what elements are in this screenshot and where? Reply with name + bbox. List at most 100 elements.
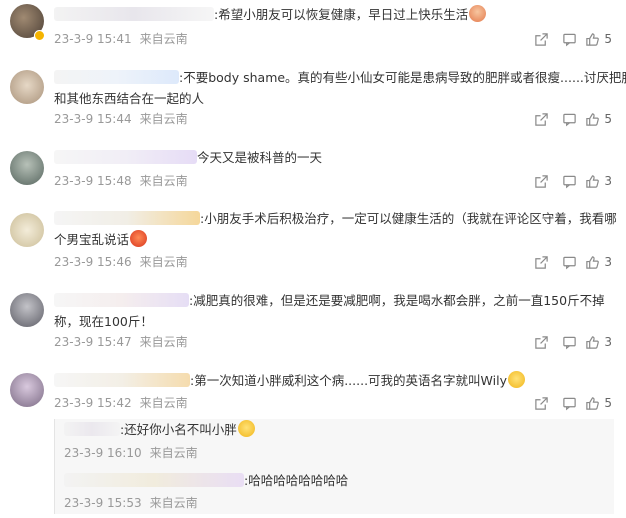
reply-source: 来自云南 (149, 496, 198, 510)
comment-icon[interactable] (555, 255, 583, 270)
comment-text: :不要body shame。真的有些小仙女可能是患病导致的肥胖或者很瘦.....… (179, 70, 626, 85)
comment-meta: 23-3-9 15:44 来自云南 (54, 111, 188, 127)
reply-meta: 23-3-9 15:53 来自云南 (64, 495, 198, 511)
reply-source: 来自云南 (149, 446, 198, 460)
username-blurred[interactable] (54, 373, 190, 387)
share-icon[interactable] (527, 174, 555, 189)
comment-text-row: :第一次知道小胖威利这个病......可我的英语名字就叫Wily (54, 370, 612, 392)
reply-text-row: :还好你小名不叫小胖 (64, 420, 255, 440)
like-count: 3 (604, 255, 612, 269)
comment-actions: 5 (527, 395, 612, 411)
comment-date: 23-3-9 15:48 (54, 174, 132, 188)
comment-text-row: 和其他东西结合在一起的人 (54, 88, 612, 110)
avatar[interactable] (10, 151, 44, 185)
comment-icon[interactable] (555, 32, 583, 47)
comment-text-row: :希望小朋友可以恢复健康，早日过上快乐生活 (54, 4, 612, 26)
like-count: 5 (604, 396, 612, 410)
comment-text: 和其他东西结合在一起的人 (54, 91, 205, 106)
reply-date: 23-3-9 16:10 (64, 446, 142, 460)
comment-text-row: :不要body shame。真的有些小仙女可能是患病导致的肥胖或者很瘦.....… (54, 67, 626, 89)
reply-text: :还好你小名不叫小胖 (120, 422, 237, 437)
comment-actions: 3 (527, 254, 612, 270)
username-blurred[interactable] (54, 293, 189, 307)
like-icon (586, 255, 600, 269)
like-icon (586, 32, 600, 46)
like-count: 5 (604, 112, 612, 126)
comment-actions: 5 (527, 111, 612, 127)
username-blurred[interactable] (54, 70, 179, 84)
comment-meta: 23-3-9 15:46 来自云南 (54, 254, 188, 270)
reply-date: 23-3-9 15:53 (64, 496, 142, 510)
comment-date: 23-3-9 15:46 (54, 255, 132, 269)
comment-source: 来自云南 (139, 32, 188, 46)
like-icon (586, 396, 600, 410)
comment-meta: 23-3-9 15:42 来自云南 (54, 395, 188, 411)
avatar[interactable] (10, 213, 44, 247)
reply-text: :哈哈哈哈哈哈哈哈 (244, 473, 349, 488)
comment-icon[interactable] (555, 335, 583, 350)
comment-text: :减肥真的很难，但是还是要减肥啊，我是喝水都会胖，之前一直150斤不掉 (189, 293, 605, 308)
sick-face-emoji-icon (469, 5, 487, 22)
comment-meta: 23-3-9 15:48 来自云南 (54, 173, 188, 189)
comment-date: 23-3-9 15:42 (54, 396, 132, 410)
comment-source: 来自云南 (139, 396, 188, 410)
comment-date: 23-3-9 15:47 (54, 335, 132, 349)
angry-face-emoji-icon (130, 230, 148, 247)
username-blurred[interactable] (54, 211, 200, 225)
like-button[interactable]: 3 (585, 334, 612, 350)
like-count: 3 (604, 335, 612, 349)
reply-text-row: :哈哈哈哈哈哈哈哈 (64, 471, 348, 491)
comment-text-row: 个男宝乱说话 (54, 229, 612, 251)
share-icon[interactable] (527, 255, 555, 270)
username-blurred[interactable] (54, 7, 214, 21)
laughing-crying-emoji-icon (237, 420, 255, 437)
comment-source: 来自云南 (139, 255, 188, 269)
verified-badge-icon (34, 30, 45, 41)
share-icon[interactable] (527, 396, 555, 411)
comment-text: :小朋友手术后积极治疗，一定可以健康生活的（我就在评论区守着，我看哪 (200, 211, 617, 226)
like-count: 5 (604, 32, 612, 46)
like-count: 3 (604, 174, 612, 188)
share-icon[interactable] (527, 32, 555, 47)
comment-text: :第一次知道小胖威利这个病......可我的英语名字就叫Wily (190, 373, 507, 388)
like-icon (586, 174, 600, 188)
comment-text: :希望小朋友可以恢复健康，早日过上快乐生活 (214, 7, 469, 22)
comment-text-row: :小朋友手术后积极治疗，一定可以健康生活的（我就在评论区守着，我看哪 (54, 208, 617, 230)
crying-face-emoji-icon (507, 371, 525, 388)
share-icon[interactable] (527, 112, 555, 127)
comment-source: 来自云南 (139, 174, 188, 188)
comment-icon[interactable] (555, 112, 583, 127)
avatar[interactable] (10, 373, 44, 407)
comment-icon[interactable] (555, 174, 583, 189)
comment-text-row: :减肥真的很难，但是还是要减肥啊，我是喝水都会胖，之前一直150斤不掉 (54, 290, 612, 312)
comment-actions: 3 (527, 334, 612, 350)
like-button[interactable]: 3 (585, 173, 612, 189)
comment-source: 来自云南 (139, 112, 188, 126)
like-button[interactable]: 5 (585, 31, 612, 47)
avatar[interactable] (10, 70, 44, 104)
username-blurred[interactable] (54, 150, 197, 164)
share-icon[interactable] (527, 335, 555, 350)
comment-date: 23-3-9 15:41 (54, 32, 132, 46)
comment-date: 23-3-9 15:44 (54, 112, 132, 126)
like-button[interactable]: 5 (585, 111, 612, 127)
username-blurred[interactable] (64, 422, 120, 436)
like-button[interactable]: 3 (585, 254, 612, 270)
comment-actions: 5 (527, 31, 612, 47)
comment-meta: 23-3-9 15:41 来自云南 (54, 31, 188, 47)
reply-meta: 23-3-9 16:10 来自云南 (64, 445, 198, 461)
comment-actions: 3 (527, 173, 612, 189)
comment-text-row: 称，现在100斤！ (54, 311, 612, 333)
comment-icon[interactable] (555, 396, 583, 411)
comment-meta: 23-3-9 15:47 来自云南 (54, 334, 188, 350)
comment-text: 称，现在100斤！ (54, 314, 153, 329)
avatar[interactable] (10, 293, 44, 327)
username-blurred[interactable] (64, 473, 244, 487)
comment-source: 来自云南 (139, 335, 188, 349)
like-button[interactable]: 5 (585, 395, 612, 411)
like-icon (586, 335, 600, 349)
comment-text-row: 今天又是被科普的一天 (54, 147, 612, 169)
comment-text: 个男宝乱说话 (54, 232, 130, 247)
like-icon (586, 112, 600, 126)
comment-text: 今天又是被科普的一天 (197, 150, 323, 165)
